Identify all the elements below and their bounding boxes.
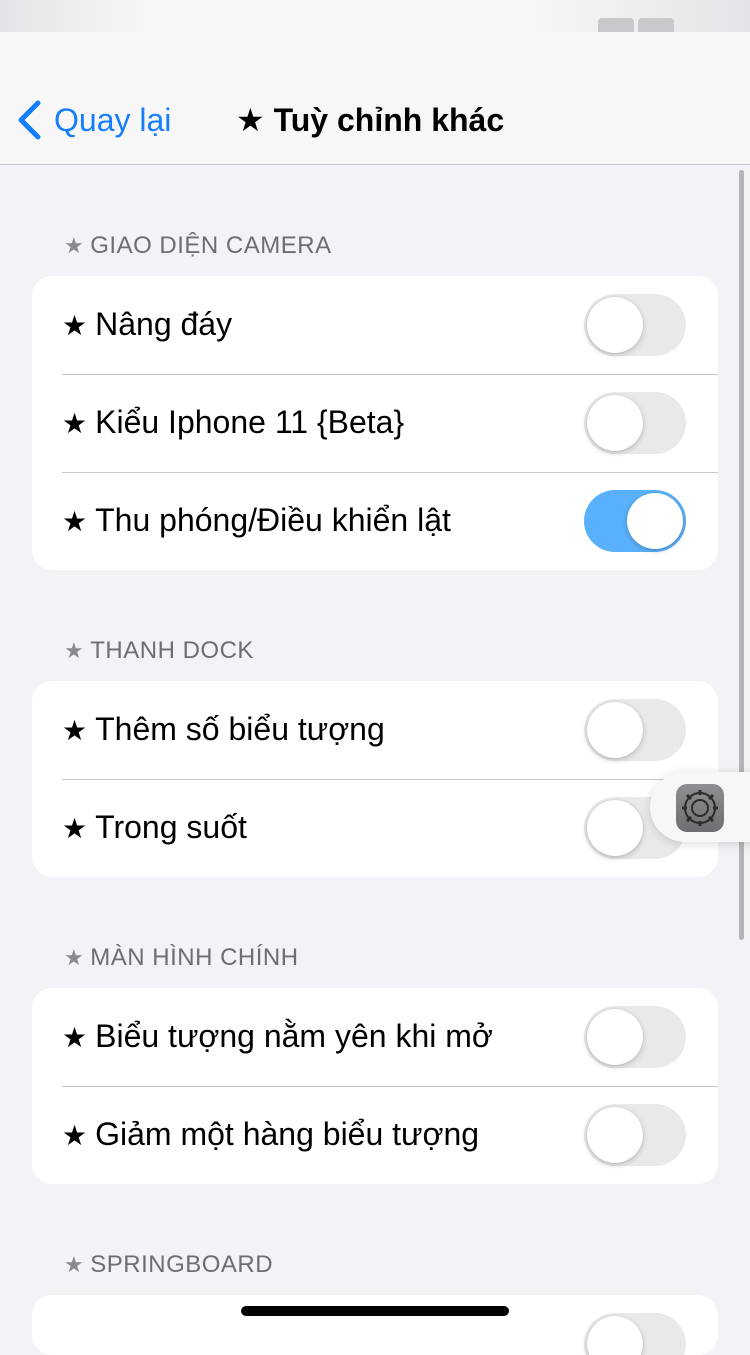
toggle-knob bbox=[587, 297, 643, 353]
page-title-text: Tuỳ chỉnh khác bbox=[273, 102, 505, 138]
star-icon: ★ bbox=[236, 101, 265, 139]
row-label: ★ Biểu tượng nằm yên khi mở bbox=[62, 1016, 493, 1058]
row-label-text: Giảm một hàng biểu tượng bbox=[95, 1116, 480, 1152]
gear-icon bbox=[676, 784, 724, 832]
toggle-switch[interactable] bbox=[584, 392, 686, 454]
toggle-knob bbox=[587, 1107, 643, 1163]
section-header-text: GIAO DIỆN CAMERA bbox=[90, 232, 332, 259]
section-header-text: SPRINGBOARD bbox=[90, 1251, 274, 1278]
settings-row: ★ Giảm một hàng biểu tượng bbox=[32, 1086, 718, 1184]
row-label: ★ Trong suốt bbox=[62, 807, 247, 849]
settings-row: ★ Kiểu Iphone 11 {Beta} bbox=[32, 374, 718, 472]
star-icon: ★ bbox=[62, 1119, 88, 1152]
settings-row: ★ Biểu tượng nằm yên khi mở bbox=[32, 988, 718, 1086]
row-label-text: Biểu tượng nằm yên khi mở bbox=[95, 1018, 493, 1054]
section-header-home: ★ MÀN HÌNH CHÍNH bbox=[64, 943, 299, 973]
settings-row: ★ Thêm số biểu tượng bbox=[32, 681, 718, 779]
chevron-left-icon bbox=[18, 100, 41, 140]
toggle-switch[interactable] bbox=[584, 699, 686, 761]
toggle-knob bbox=[587, 1316, 643, 1355]
home-indicator[interactable] bbox=[241, 1306, 509, 1316]
settings-row bbox=[32, 1295, 718, 1355]
row-label: ★ Thêm số biểu tượng bbox=[62, 709, 385, 751]
star-icon: ★ bbox=[64, 946, 85, 971]
page-title: ★ Tuỳ chỉnh khác bbox=[236, 100, 504, 140]
toggle-switch[interactable] bbox=[584, 294, 686, 356]
settings-group-home: ★ Biểu tượng nằm yên khi mở ★ Giảm một hàn… bbox=[32, 988, 718, 1184]
star-icon: ★ bbox=[64, 639, 85, 664]
settings-group-dock: ★ Thêm số biểu tượng ★ Trong suốt bbox=[32, 681, 718, 877]
section-header-dock: ★ THANH DOCK bbox=[64, 636, 254, 666]
toggle-knob bbox=[587, 800, 643, 856]
toggle-switch[interactable] bbox=[584, 1313, 686, 1355]
status-icons bbox=[594, 18, 714, 32]
settings-row: ★ Thu phóng/Điều khiển lật bbox=[32, 472, 718, 570]
status-time-fragment bbox=[50, 0, 130, 32]
row-label: ★ Kiểu Iphone 11 {Beta} bbox=[62, 402, 404, 444]
star-icon: ★ bbox=[62, 1021, 88, 1054]
row-label: ★ Giảm một hàng biểu tượng bbox=[62, 1114, 479, 1156]
back-button[interactable]: Quay lại bbox=[16, 98, 171, 142]
star-icon: ★ bbox=[64, 1253, 85, 1278]
star-icon: ★ bbox=[62, 505, 88, 538]
settings-row: ★ Trong suốt bbox=[32, 779, 718, 877]
toggle-switch[interactable] bbox=[584, 490, 686, 552]
back-label: Quay lại bbox=[54, 102, 172, 138]
settings-row: ★ Nâng đáy bbox=[32, 276, 718, 374]
section-header-camera: ★ GIAO DIỆN CAMERA bbox=[64, 231, 332, 261]
toggle-switch[interactable] bbox=[584, 1006, 686, 1068]
toggle-knob bbox=[587, 395, 643, 451]
row-label: ★ Thu phóng/Điều khiển lật bbox=[62, 500, 451, 542]
row-label: ★ Nâng đáy bbox=[62, 304, 232, 346]
row-label-text: Thêm số biểu tượng bbox=[95, 711, 385, 747]
row-label-text: Kiểu Iphone 11 {Beta} bbox=[95, 404, 405, 440]
section-header-text: THANH DOCK bbox=[90, 637, 254, 664]
toggle-knob bbox=[587, 702, 643, 758]
toggle-switch[interactable] bbox=[584, 1104, 686, 1166]
settings-group-camera: ★ Nâng đáy ★ Kiểu Iphone 11 {Beta} ★ Thu ph… bbox=[32, 276, 718, 570]
assistive-touch-button[interactable] bbox=[650, 772, 750, 842]
status-bar bbox=[0, 0, 750, 32]
star-icon: ★ bbox=[64, 234, 85, 259]
row-label-text: Thu phóng/Điều khiển lật bbox=[95, 502, 451, 538]
star-icon: ★ bbox=[62, 714, 88, 747]
row-label-text: Nâng đáy bbox=[95, 306, 233, 342]
toggle-knob bbox=[627, 493, 683, 549]
star-icon: ★ bbox=[62, 812, 88, 845]
section-header-text: MÀN HÌNH CHÍNH bbox=[90, 944, 299, 971]
star-icon: ★ bbox=[62, 309, 88, 342]
toggle-knob bbox=[587, 1009, 643, 1065]
settings-group-springboard bbox=[32, 1295, 718, 1355]
row-label-text: Trong suốt bbox=[95, 809, 247, 845]
section-header-springboard: ★ SPRINGBOARD bbox=[64, 1250, 273, 1280]
navigation-bar: Quay lại ★ Tuỳ chỉnh khác bbox=[0, 32, 750, 165]
star-icon: ★ bbox=[62, 407, 88, 440]
